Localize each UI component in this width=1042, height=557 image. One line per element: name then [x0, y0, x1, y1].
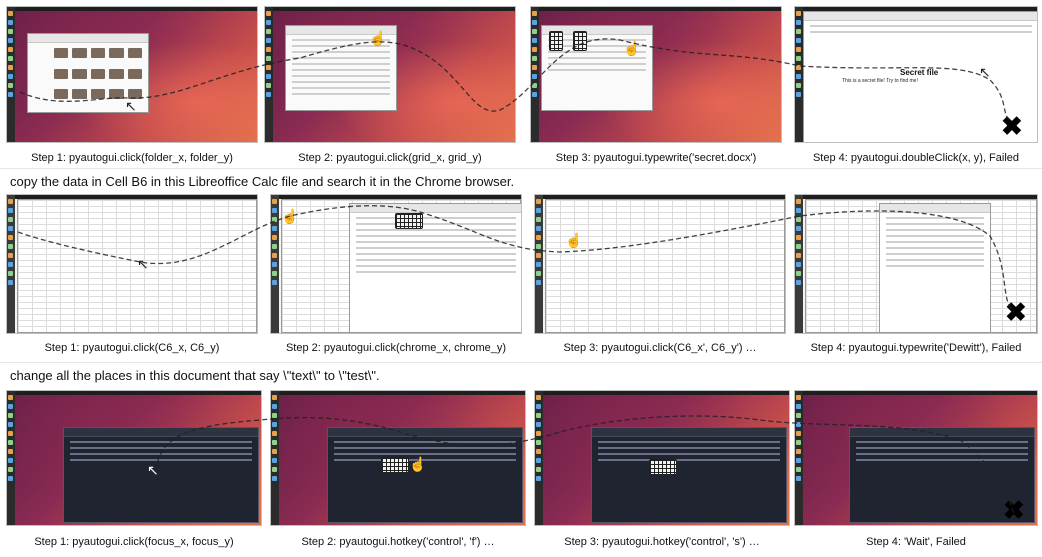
trajectory-path — [17, 38, 1015, 515]
